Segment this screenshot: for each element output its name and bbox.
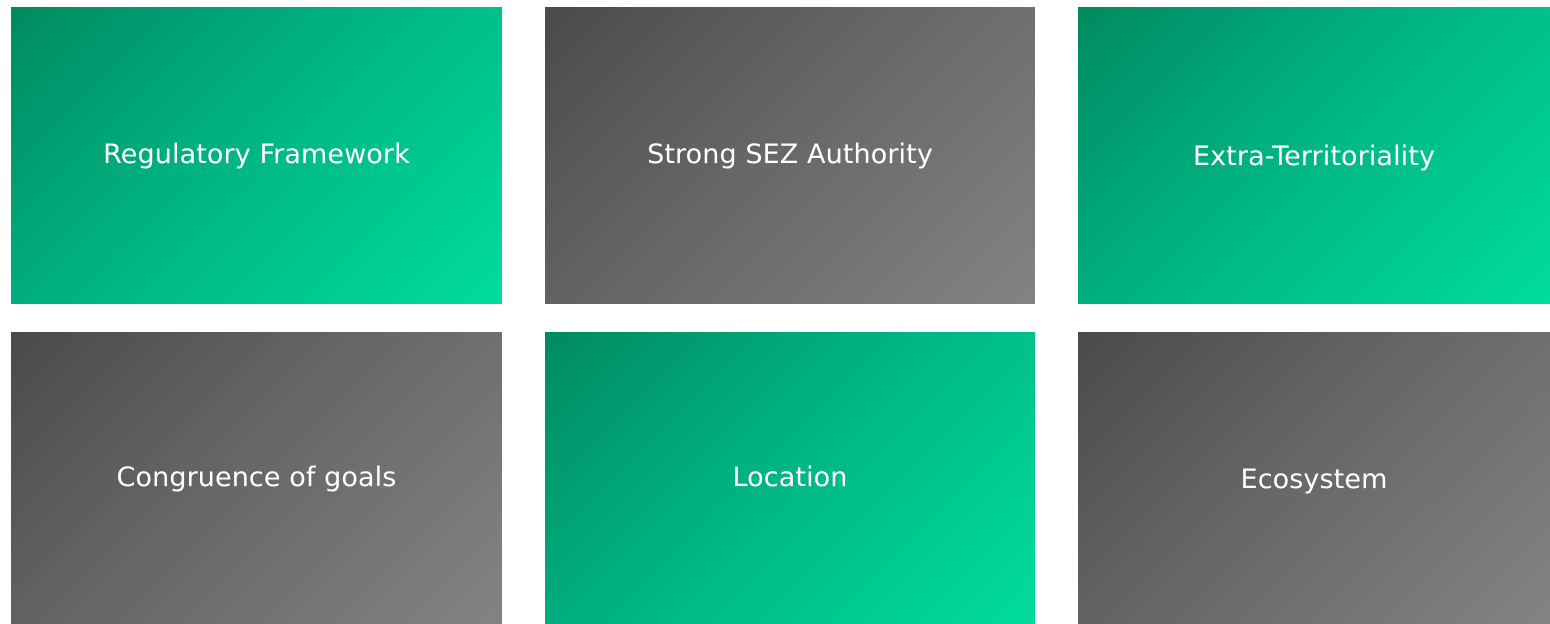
card-label: Strong SEZ Authority bbox=[647, 139, 933, 170]
card-label: Location bbox=[732, 461, 848, 493]
card-label: Regulatory Framework bbox=[103, 139, 410, 170]
card-label: Ecosystem bbox=[1240, 463, 1388, 495]
card-label: Congruence of goals bbox=[116, 461, 397, 493]
card-ecosystem[interactable]: Ecosystem bbox=[1078, 332, 1550, 624]
card-location[interactable]: Location bbox=[545, 332, 1035, 624]
feature-card-grid: Regulatory Framework Strong SEZ Authorit… bbox=[0, 0, 1550, 624]
card-extra-territoriality[interactable]: Extra-Territoriality bbox=[1078, 7, 1550, 304]
card-regulatory-framework[interactable]: Regulatory Framework bbox=[11, 7, 502, 304]
card-label: Extra-Territoriality bbox=[1192, 141, 1436, 172]
card-strong-sez-authority[interactable]: Strong SEZ Authority bbox=[545, 7, 1035, 304]
card-congruence-of-goals[interactable]: Congruence of goals bbox=[11, 332, 502, 624]
